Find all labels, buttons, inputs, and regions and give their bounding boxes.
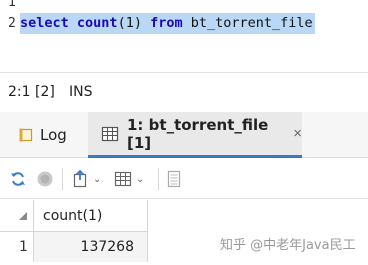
line-number: 1 [8, 0, 16, 10]
chevron-down-icon: ⌄ [93, 173, 102, 185]
export-button[interactable]: ⌄ [71, 168, 101, 190]
results-grid[interactable]: count(1) 1 137268 [0, 200, 368, 265]
toolbar-separator [158, 168, 159, 190]
stop-button[interactable] [36, 168, 54, 190]
log-icon [18, 127, 34, 143]
watermark: 知乎 @中老年Java民工 [220, 238, 356, 253]
table-icon [101, 126, 119, 142]
cursor-position: 2:1 [2] [8, 84, 55, 100]
settings-button[interactable] [166, 168, 182, 190]
row-number: 1 [0, 232, 34, 262]
select-all-icon [19, 212, 27, 220]
count-argument: (1) [117, 15, 142, 31]
tab-result-bt-torrent-file[interactable]: 1: bt_torrent_file [1] × [88, 112, 302, 158]
line-number: 2 [8, 16, 16, 31]
toolbar-separator [62, 168, 63, 190]
chevron-down-icon: ⌄ [136, 173, 145, 185]
stop-icon [36, 170, 54, 188]
tab-log[interactable]: Log [18, 112, 80, 158]
sql-editor[interactable]: 1 2 select count(1) from bt_torrent_file [0, 0, 368, 72]
tab-result-label: 1: bt_torrent_file [1] [127, 115, 269, 152]
line-number-gutter: 1 2 [0, 0, 17, 72]
selected-query-line[interactable]: select count(1) from bt_torrent_file [20, 13, 315, 34]
grid-header: count(1) [0, 200, 368, 232]
refresh-icon [9, 170, 27, 188]
column-header-count[interactable]: count(1) [34, 200, 148, 232]
settings-icon [166, 170, 182, 188]
insert-mode-indicator: INS [69, 84, 93, 100]
view-mode-icon [114, 171, 132, 187]
tab-log-label: Log [40, 126, 67, 144]
grid-corner[interactable] [0, 200, 34, 232]
keyword-count: count [76, 15, 118, 31]
results-toolbar: ⌄ ⌄ [0, 159, 368, 199]
keyword-from: from [150, 15, 183, 31]
keyword-select: select [20, 15, 69, 31]
close-icon[interactable]: × [293, 126, 302, 141]
cell-count-value[interactable]: 137268 [34, 232, 148, 262]
view-mode-button[interactable]: ⌄ [114, 168, 144, 190]
table-name: bt_torrent_file [190, 15, 313, 31]
refresh-button[interactable] [9, 168, 27, 190]
export-icon [71, 170, 89, 188]
results-tab-bar: Log 1: bt_torrent_file [1] × [0, 112, 368, 158]
editor-status-bar: 2:1 [2] INS [0, 72, 368, 112]
